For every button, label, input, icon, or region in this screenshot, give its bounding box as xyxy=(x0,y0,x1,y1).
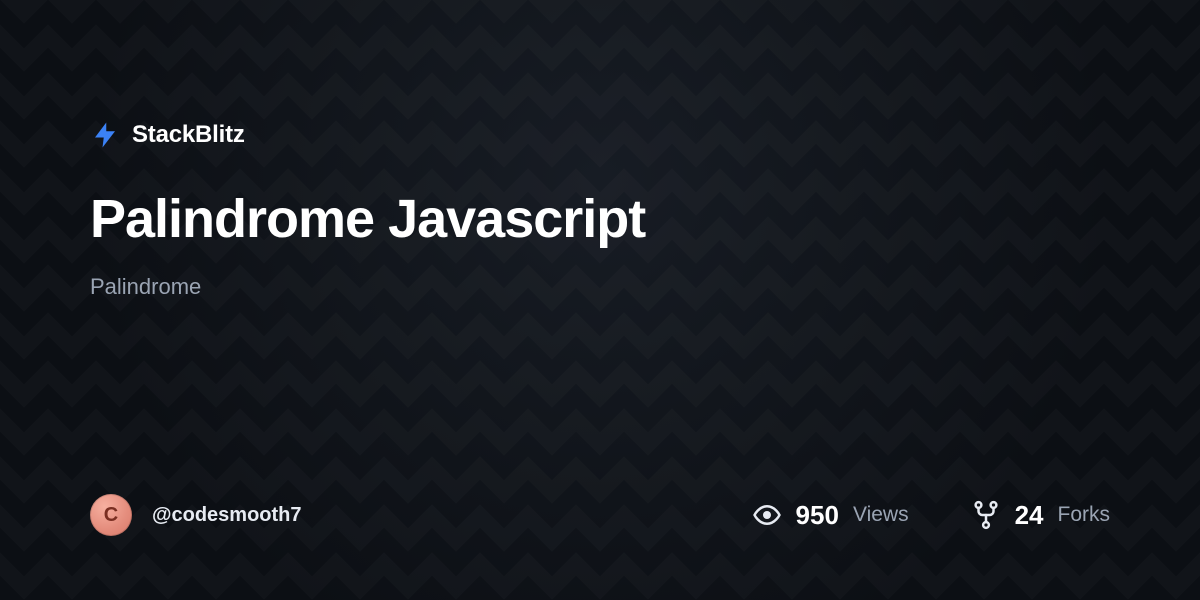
eye-icon xyxy=(752,500,782,530)
brand-row: StackBlitz xyxy=(90,120,1110,150)
footer-row: C @codesmooth7 950 Views xyxy=(90,494,1110,536)
views-stat: 950 Views xyxy=(752,500,909,531)
views-value: 950 xyxy=(796,500,839,531)
author-handle: @codesmooth7 xyxy=(152,504,302,527)
author[interactable]: C @codesmooth7 xyxy=(90,494,302,536)
forks-label: Forks xyxy=(1058,503,1111,527)
project-card: StackBlitz Palindrome Javascript Palindr… xyxy=(0,0,1200,600)
project-title: Palindrome Javascript xyxy=(90,188,1110,250)
avatar: C xyxy=(90,494,132,536)
lightning-icon xyxy=(90,120,120,150)
forks-value: 24 xyxy=(1015,500,1044,531)
stats-group: 950 Views 24 Forks xyxy=(752,500,1110,531)
views-label: Views xyxy=(853,503,909,527)
brand-name: StackBlitz xyxy=(132,121,245,149)
project-subtitle: Palindrome xyxy=(90,274,1110,300)
fork-icon xyxy=(971,500,1001,530)
forks-stat: 24 Forks xyxy=(971,500,1110,531)
